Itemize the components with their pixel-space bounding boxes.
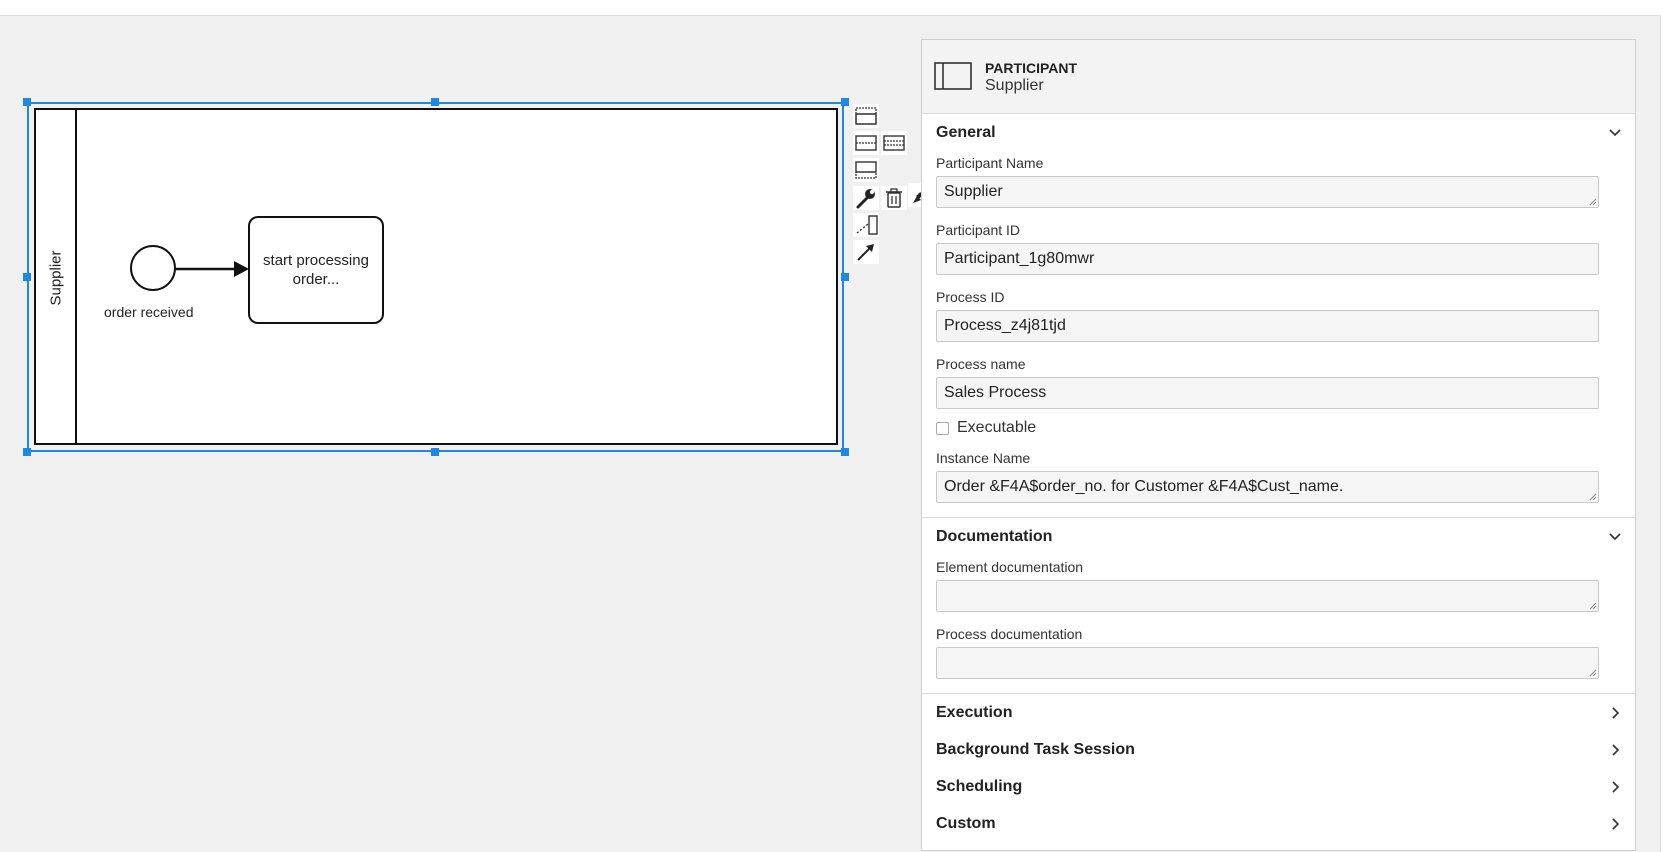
process-id-value: Process_z4j81tjd: [944, 317, 1066, 334]
instance-name-value: Order &F4A$order_no. for Customer &F4A$C…: [944, 478, 1344, 495]
participant-id-value: Participant_1g80mwr: [944, 250, 1095, 267]
chevron-right-icon: [1612, 781, 1620, 793]
resize-grip-icon[interactable]: [1589, 198, 1597, 206]
connect-association-button[interactable]: [853, 213, 879, 237]
participant-name-value: Supplier: [944, 183, 1003, 200]
group-documentation-title: Documentation: [936, 527, 1053, 545]
group-scheduling-title: Scheduling: [936, 777, 1023, 795]
participant-name-label: Participant Name: [936, 155, 1044, 171]
start-event-label: order received: [104, 304, 194, 320]
participant-id-label: Participant ID: [936, 222, 1021, 238]
trash-icon: [886, 188, 902, 208]
process-name-label: Process name: [936, 356, 1026, 372]
group-documentation-body: Element documentation Process documentat…: [922, 559, 1635, 679]
element-documentation-label: Element documentation: [936, 559, 1084, 575]
executable-label: Executable: [957, 419, 1037, 436]
chevron-right-icon: [1612, 744, 1620, 756]
properties-panel: PARTICIPANT Supplier General Participant…: [921, 39, 1636, 851]
delete-button[interactable]: [881, 186, 907, 210]
process-name-value: Sales Process: [944, 384, 1047, 401]
chevron-right-icon: [1612, 707, 1620, 719]
add-lane-below-button[interactable]: [853, 158, 879, 182]
panel-header: PARTICIPANT Supplier: [922, 40, 1635, 114]
lanes-three-icon: [883, 135, 905, 151]
resize-grip-icon[interactable]: [1589, 602, 1597, 610]
process-name-field[interactable]: Sales Process: [936, 377, 1599, 409]
lanes-two-icon: [855, 135, 877, 151]
participant-icon: [934, 62, 972, 90]
process-id-label: Process ID: [936, 289, 1005, 305]
arrow-connect-icon: [857, 244, 874, 261]
group-background-task-header[interactable]: Background Task Session: [922, 731, 1635, 768]
element-documentation-field[interactable]: [936, 580, 1599, 612]
task-start-processing[interactable]: start processing order...: [248, 216, 384, 324]
change-type-button[interactable]: [853, 186, 879, 210]
add-lane-above-button[interactable]: [853, 104, 879, 128]
resize-grip-icon[interactable]: [1589, 493, 1597, 501]
executable-row: Executable: [936, 419, 1621, 437]
start-event[interactable]: [130, 245, 176, 291]
instance-name-field[interactable]: Order &F4A$order_no. for Customer &F4A$C…: [936, 471, 1599, 503]
participant-id-field[interactable]: Participant_1g80mwr: [936, 243, 1599, 275]
instance-name-label: Instance Name: [936, 450, 1031, 466]
divide-three-lanes-button[interactable]: [881, 131, 907, 155]
element-name: Supplier: [985, 77, 1044, 94]
chevron-down-icon: [1609, 129, 1621, 137]
chevron-right-icon: [1612, 818, 1620, 830]
process-id-field[interactable]: Process_z4j81tjd: [936, 310, 1599, 342]
element-type: PARTICIPANT: [985, 60, 1078, 76]
participant-name-field[interactable]: Supplier: [936, 176, 1599, 208]
lane-above-icon: [855, 107, 877, 125]
wrench-icon: [856, 189, 875, 209]
group-general-header[interactable]: General: [922, 114, 1635, 151]
group-custom-title: Custom: [936, 814, 996, 832]
lane-below-icon: [855, 161, 877, 179]
connect-flow-button[interactable]: [853, 240, 879, 264]
group-documentation-header[interactable]: Documentation: [922, 518, 1635, 555]
resize-grip-icon[interactable]: [1589, 669, 1597, 677]
association-icon: [856, 215, 878, 235]
group-custom-header[interactable]: Custom: [922, 805, 1635, 842]
group-execution-title: Execution: [936, 703, 1013, 721]
executable-checkbox[interactable]: [936, 421, 949, 435]
group-background-task-title: Background Task Session: [936, 740, 1135, 758]
process-documentation-field[interactable]: [936, 647, 1599, 679]
divide-two-lanes-button[interactable]: [853, 131, 879, 155]
group-execution-header[interactable]: Execution: [922, 694, 1635, 731]
chevron-down-icon: [1609, 533, 1621, 541]
group-scheduling-header[interactable]: Scheduling: [922, 768, 1635, 805]
group-general-title: General: [936, 123, 996, 141]
task-label: start processing order...: [263, 252, 369, 288]
process-documentation-label: Process documentation: [936, 626, 1083, 642]
group-general-body: Participant Name Supplier Participant ID…: [922, 155, 1635, 503]
